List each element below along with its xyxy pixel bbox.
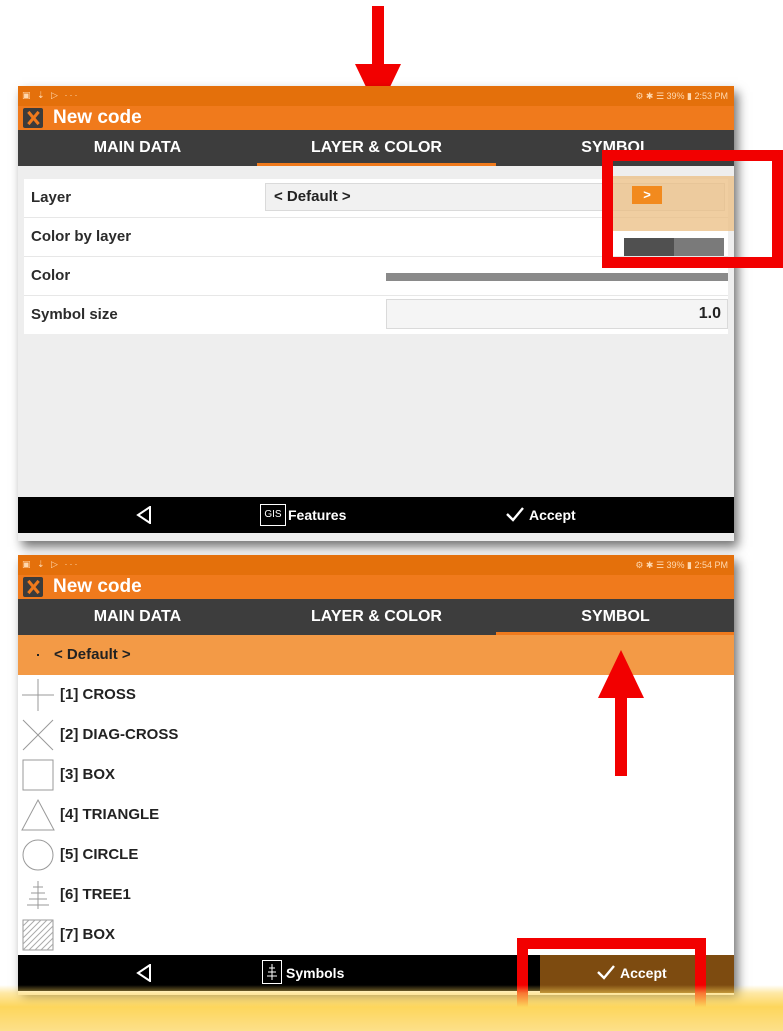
- tab-bar: MAIN DATA LAYER & COLOR SYMBOL: [18, 599, 734, 635]
- app-logo-icon: [23, 577, 43, 597]
- accept-button[interactable]: Accept: [529, 507, 576, 523]
- box-icon: [22, 759, 54, 791]
- status-icons-left: ▣ ⇣ ▷ ···: [22, 90, 80, 100]
- app-logo-icon: [23, 108, 43, 128]
- symbol-label: < Default >: [54, 646, 131, 663]
- symbol-label: [4] TRIANGLE: [60, 806, 160, 823]
- hatched-box-icon: [22, 919, 54, 951]
- symbol-label: [5] CIRCLE: [60, 846, 139, 863]
- tab-main-data[interactable]: MAIN DATA: [18, 130, 257, 166]
- cross-icon: [22, 679, 54, 711]
- symbol-label: [3] BOX: [60, 766, 116, 783]
- tab-layer-color[interactable]: LAYER & COLOR: [257, 599, 496, 635]
- status-clock: ⚙ ✱ ☰ 39% ▮ 2:53 PM: [635, 91, 728, 101]
- annotation-box-layer-button: [602, 150, 783, 268]
- tab-symbol[interactable]: SYMBOL: [496, 599, 734, 635]
- color-by-layer-label: Color by layer: [31, 228, 132, 245]
- annotation-arrow-up: [598, 650, 644, 776]
- check-icon: [506, 507, 524, 522]
- layer-label: Layer: [31, 189, 72, 206]
- page-title: New code: [53, 107, 142, 128]
- back-icon[interactable]: [136, 506, 152, 524]
- symbol-list-item[interactable]: [4] TRIANGLE: [18, 795, 734, 836]
- status-icons-left: ▣ ⇣ ▷ ···: [22, 559, 80, 569]
- title-bar: New code: [18, 106, 734, 130]
- symbol-list-item[interactable]: [5] CIRCLE: [18, 835, 734, 876]
- diag-cross-icon: [22, 719, 54, 751]
- symbols-button[interactable]: Symbols: [286, 965, 344, 981]
- status-bar: ▣ ⇣ ▷ ··· ⚙ ✱ ☰ 39% ▮ 2:54 PM: [18, 555, 734, 575]
- symbol-list-item[interactable]: [6] TREE1: [18, 875, 734, 916]
- highlight-band: [0, 985, 783, 1031]
- tab-main-data[interactable]: MAIN DATA: [18, 599, 257, 635]
- symbol-size-row: Symbol size 1.0: [24, 296, 728, 334]
- symbol-label: [6] TREE1: [60, 886, 131, 903]
- circle-icon: [22, 839, 54, 871]
- features-button[interactable]: Features: [288, 507, 346, 523]
- bottom-nav-bar: GIS Features Accept: [18, 497, 734, 533]
- symbol-size-input[interactable]: 1.0: [386, 299, 728, 329]
- page-title: New code: [53, 576, 142, 597]
- color-swatch[interactable]: [386, 273, 728, 281]
- title-bar: New code: [18, 575, 734, 599]
- symbol-size-label: Symbol size: [31, 306, 118, 323]
- status-bar: ▣ ⇣ ▷ ··· ⚙ ✱ ☰ 39% ▮ 2:53 PM: [18, 86, 734, 106]
- triangle-icon: [21, 798, 55, 831]
- symbol-label: [7] BOX: [60, 926, 116, 943]
- dot-icon: [37, 654, 39, 656]
- status-clock: ⚙ ✱ ☰ 39% ▮ 2:54 PM: [635, 560, 728, 570]
- back-icon[interactable]: [136, 964, 152, 982]
- symbol-label: [2] DIAG-CROSS: [60, 726, 179, 743]
- tree-icon: [27, 881, 49, 909]
- symbol-label: [1] CROSS: [60, 686, 136, 703]
- tree-symbol-icon: [262, 960, 282, 984]
- color-label: Color: [31, 267, 71, 284]
- tab-layer-color[interactable]: LAYER & COLOR: [257, 130, 496, 166]
- gis-icon: GIS: [260, 504, 286, 526]
